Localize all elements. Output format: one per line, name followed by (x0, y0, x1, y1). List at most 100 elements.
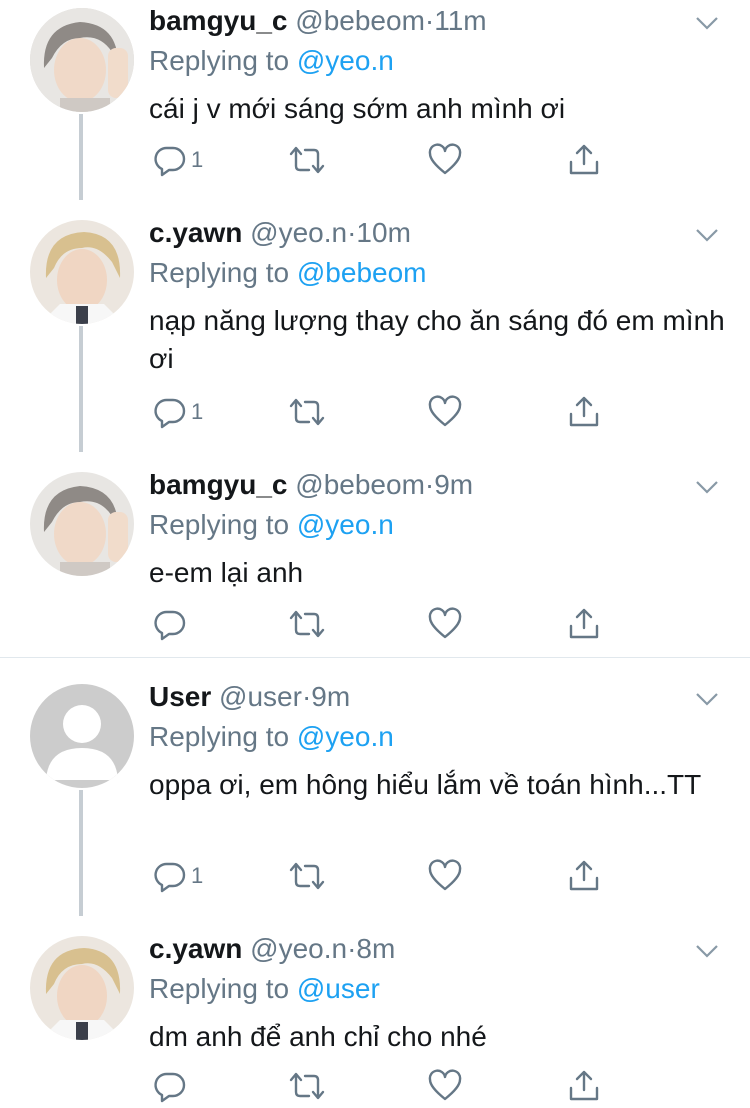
retweet-button[interactable] (287, 606, 327, 642)
share-icon (569, 860, 599, 891)
display-name[interactable]: bamgyu_c (149, 469, 288, 500)
tweet-text: dm anh để anh chỉ cho nhé (149, 1021, 487, 1052)
tweet[interactable]: bamgyu_c @bebeom·11m Replying to @yeo.n … (0, 0, 750, 200)
tweet-text: cái j v mới sáng sớm anh mình ơi (149, 93, 566, 124)
heart-icon (428, 607, 462, 639)
thread-line (79, 326, 83, 452)
like-button[interactable] (427, 142, 463, 178)
username[interactable]: @user (219, 681, 302, 712)
tweet[interactable]: c.yawn @yeo.n·8m Replying to @user dm an… (0, 928, 750, 1108)
username[interactable]: @yeo.n (250, 933, 347, 964)
divider (0, 657, 750, 658)
thread-line (79, 114, 83, 200)
retweet-icon (289, 610, 325, 638)
reply-button[interactable]: 1 (153, 858, 203, 894)
mention-link[interactable]: @yeo.n (297, 721, 394, 752)
chevron-down-icon[interactable] (694, 686, 720, 712)
share-button[interactable] (567, 858, 601, 894)
like-button[interactable] (427, 606, 463, 642)
replying-to-label: Replying to (149, 973, 290, 1004)
tweet-actions (149, 606, 609, 642)
share-icon (569, 1070, 599, 1101)
reply-icon (154, 1072, 186, 1103)
replying-to-label: Replying to (149, 509, 290, 540)
share-icon (569, 144, 599, 175)
username[interactable]: @bebeom (295, 5, 425, 36)
tweet-text: e-em lại anh (149, 557, 304, 588)
replying-to: Replying to @yeo.n (149, 508, 394, 542)
share-icon (569, 396, 599, 427)
mention-link[interactable]: @bebeom (297, 257, 427, 288)
tweet-header: bamgyu_c @bebeom·9m (149, 468, 473, 502)
chevron-down-icon[interactable] (694, 10, 720, 36)
display-name[interactable]: c.yawn (149, 217, 242, 248)
reply-button[interactable] (153, 1068, 191, 1104)
tweet[interactable]: bamgyu_c @bebeom·9m Replying to @yeo.n e… (0, 464, 750, 656)
retweet-button[interactable] (287, 394, 327, 430)
avatar[interactable] (30, 936, 134, 1040)
heart-icon (428, 395, 462, 427)
reply-icon (154, 610, 186, 641)
timestamp[interactable]: 9m (311, 681, 350, 712)
timestamp[interactable]: 9m (434, 469, 473, 500)
tweet-actions (149, 1068, 609, 1104)
share-button[interactable] (567, 394, 601, 430)
like-button[interactable] (427, 858, 463, 894)
heart-icon (428, 1069, 462, 1101)
avatar[interactable] (30, 8, 134, 112)
avatar[interactable] (30, 220, 134, 324)
tweet-header: c.yawn @yeo.n·8m (149, 932, 395, 966)
replying-to: Replying to @user (149, 972, 380, 1006)
replying-to-label: Replying to (149, 721, 290, 752)
tweet-header: bamgyu_c @bebeom·11m (149, 4, 487, 38)
display-name[interactable]: User (149, 681, 211, 712)
tweet-actions: 1 (149, 858, 609, 894)
tweet-header: User @user·9m (149, 680, 350, 714)
chevron-down-icon[interactable] (694, 222, 720, 248)
timestamp[interactable]: 11m (434, 5, 486, 36)
retweet-button[interactable] (287, 1068, 327, 1104)
display-name[interactable]: bamgyu_c (149, 5, 288, 36)
like-button[interactable] (427, 1068, 463, 1104)
retweet-button[interactable] (287, 858, 327, 894)
separator-dot: · (424, 469, 435, 500)
retweet-icon (289, 1072, 325, 1100)
timestamp[interactable]: 8m (356, 933, 395, 964)
reply-icon (154, 862, 186, 893)
default-avatar[interactable] (30, 684, 134, 788)
tweet[interactable]: User @user·9m Replying to @yeo.n oppa ơi… (0, 676, 750, 916)
reply-count: 1 (191, 399, 204, 424)
share-button[interactable] (567, 142, 601, 178)
username[interactable]: @bebeom (295, 469, 425, 500)
separator-dot: · (301, 681, 312, 712)
replying-to: Replying to @bebeom (149, 256, 426, 290)
timestamp[interactable]: 10m (356, 217, 410, 248)
mention-link[interactable]: @yeo.n (297, 509, 394, 540)
reply-icon (154, 146, 186, 177)
reply-button[interactable] (153, 606, 191, 642)
share-button[interactable] (567, 1068, 601, 1104)
tweet[interactable]: c.yawn @yeo.n·10m Replying to @bebeom nạ… (0, 212, 750, 452)
reply-count: 1 (191, 863, 204, 888)
display-name[interactable]: c.yawn (149, 933, 242, 964)
avatar[interactable] (30, 472, 134, 576)
reply-count: 1 (191, 147, 204, 172)
mention-link[interactable]: @user (297, 973, 380, 1004)
chevron-down-icon[interactable] (694, 474, 720, 500)
username[interactable]: @yeo.n (250, 217, 347, 248)
thread-line (79, 790, 83, 916)
share-button[interactable] (567, 606, 601, 642)
heart-icon (428, 859, 462, 891)
retweet-icon (289, 146, 325, 174)
mention-link[interactable]: @yeo.n (297, 45, 394, 76)
reply-button[interactable]: 1 (153, 394, 203, 430)
retweet-icon (289, 398, 325, 426)
heart-icon (428, 143, 462, 175)
tweet-text: oppa ơi, em hông hiểu lắm về toán hình..… (149, 769, 702, 800)
tweet-actions: 1 (149, 142, 609, 178)
chevron-down-icon[interactable] (694, 938, 720, 964)
retweet-icon (289, 862, 325, 890)
like-button[interactable] (427, 394, 463, 430)
reply-button[interactable]: 1 (153, 142, 203, 178)
retweet-button[interactable] (287, 142, 327, 178)
